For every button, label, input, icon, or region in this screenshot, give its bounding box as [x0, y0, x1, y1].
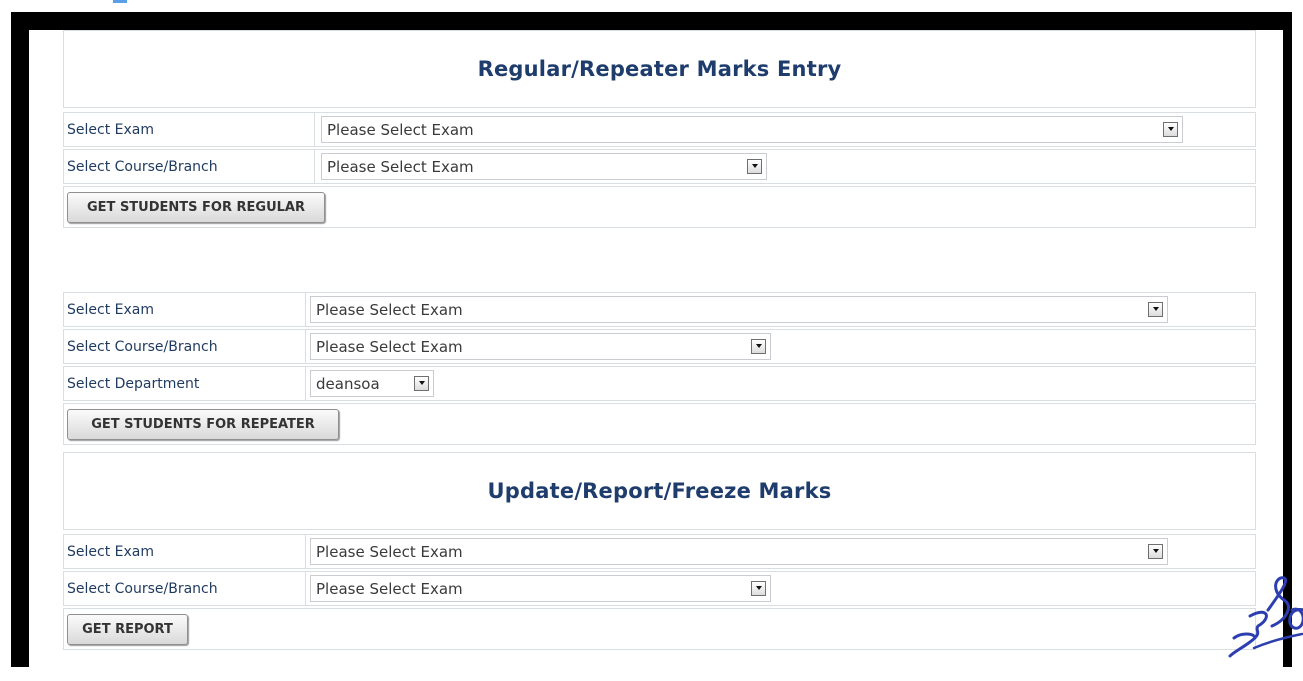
repeater-button-row: GET STUDENTS FOR REPEATER [63, 403, 1256, 445]
report-course-select[interactable]: Please Select Exam [310, 575, 771, 602]
regular-exam-select[interactable]: Please Select Exam [321, 116, 1183, 143]
report-exam-select-value: Please Select Exam [316, 542, 463, 561]
dropdown-arrow-icon[interactable] [1148, 543, 1163, 559]
department-select-value: deansoa [316, 374, 380, 393]
report-course-label: Select Course/Branch [64, 572, 306, 605]
regular-exam-row: Select Exam Please Select Exam [63, 112, 1256, 147]
repeater-exam-row: Select Exam Please Select Exam [63, 292, 1256, 327]
regular-section-title: Regular/Repeater Marks Entry [63, 30, 1256, 108]
repeater-course-row: Select Course/Branch Please Select Exam [63, 329, 1256, 364]
regular-exam-label: Select Exam [64, 113, 315, 146]
dropdown-arrow-icon[interactable] [747, 158, 762, 174]
repeater-exam-select[interactable]: Please Select Exam [310, 296, 1168, 323]
report-exam-label: Select Exam [64, 535, 306, 568]
repeater-department-label: Select Department [64, 367, 306, 400]
repeater-course-select[interactable]: Please Select Exam [310, 333, 771, 360]
report-button-row: GET REPORT [63, 608, 1256, 650]
report-course-select-value: Please Select Exam [316, 579, 463, 598]
report-exam-select[interactable]: Please Select Exam [310, 538, 1168, 565]
regular-exam-select-value: Please Select Exam [327, 120, 474, 139]
get-report-button[interactable]: GET REPORT [67, 614, 188, 645]
report-exam-row: Select Exam Please Select Exam [63, 534, 1256, 569]
report-section-title: Update/Report/Freeze Marks [63, 452, 1256, 530]
regular-course-row: Select Course/Branch Please Select Exam [63, 149, 1256, 184]
dropdown-arrow-icon[interactable] [751, 580, 766, 596]
report-course-row: Select Course/Branch Please Select Exam [63, 571, 1256, 606]
dropdown-arrow-icon[interactable] [1148, 301, 1163, 317]
repeater-course-select-value: Please Select Exam [316, 337, 463, 356]
dropdown-arrow-icon[interactable] [414, 375, 429, 391]
get-students-repeater-button[interactable]: GET STUDENTS FOR REPEATER [67, 409, 339, 440]
get-students-regular-button[interactable]: GET STUDENTS FOR REGULAR [67, 192, 325, 223]
marks-entry-panel: Regular/Repeater Marks Entry Select Exam… [29, 30, 1283, 681]
regular-course-select-value: Please Select Exam [327, 157, 474, 176]
top-strip [0, 0, 1303, 12]
repeater-department-row: Select Department deansoa [63, 366, 1256, 401]
regular-course-label: Select Course/Branch [64, 150, 315, 183]
repeater-exam-label: Select Exam [64, 293, 306, 326]
signature-scribble [1228, 576, 1303, 658]
regular-course-select[interactable]: Please Select Exam [321, 153, 767, 180]
department-select[interactable]: deansoa [310, 370, 434, 397]
dropdown-arrow-icon[interactable] [1163, 121, 1178, 137]
repeater-exam-select-value: Please Select Exam [316, 300, 463, 319]
screen-frame: Regular/Repeater Marks Entry Select Exam… [11, 12, 1292, 681]
regular-button-row: GET STUDENTS FOR REGULAR [63, 186, 1256, 228]
dropdown-arrow-icon[interactable] [751, 338, 766, 354]
top-accent-mark [113, 0, 127, 3]
repeater-course-label: Select Course/Branch [64, 330, 306, 363]
